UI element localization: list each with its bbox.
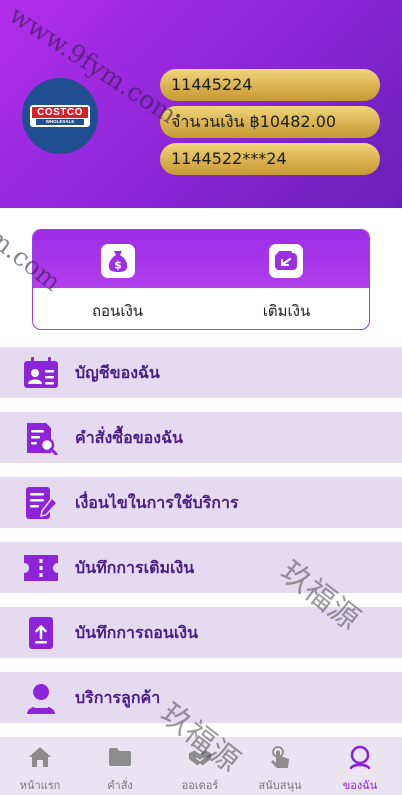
logo-plate: COSTCO WHOLESALE <box>30 105 90 127</box>
menu-label-deposit-history: บันทึกการเติมเงิน <box>75 558 195 577</box>
withdraw-button[interactable]: $ ถอนเงิน <box>33 230 202 329</box>
profile-icon <box>348 745 372 769</box>
nav-home[interactable]: หน้าแรก <box>0 737 80 795</box>
menu-item-customer-service[interactable]: บริการลูกค้า <box>0 672 402 723</box>
nav-support[interactable]: สนับสนุน <box>240 737 320 795</box>
menu-label-my-orders: คำสั่งซื้อของฉัน <box>75 428 183 447</box>
upload-box-icon <box>22 616 60 650</box>
profile-page: COSTCO WHOLESALE 11445224 จำนวนเงิน ฿104… <box>0 0 402 795</box>
deposit-label: เติมเงิน <box>262 302 311 320</box>
folder-icon <box>108 745 132 769</box>
nav-order-grab-label: ออเดอร์ <box>181 779 219 792</box>
menu-item-my-orders[interactable]: คำสั่งซื้อของฉัน <box>0 412 402 463</box>
menu-label-withdraw-history: บันทึกการถอนเงิน <box>75 623 199 642</box>
nav-orders-label: คำสั่ง <box>107 779 133 792</box>
customer-service-icon <box>22 681 60 715</box>
deposit-button[interactable]: เติมเงิน <box>202 230 369 329</box>
order-search-icon <box>22 421 60 455</box>
costco-logo: COSTCO WHOLESALE <box>22 78 98 154</box>
nav-profile-label: ของฉัน <box>342 779 378 792</box>
logo-sub-text: WHOLESALE <box>36 119 84 125</box>
ticket-icon <box>22 551 60 585</box>
nav-support-label: สนับสนุน <box>258 779 302 792</box>
balance-field: จำนวนเงิน ฿10482.00 <box>160 106 380 138</box>
bottom-nav: หน้าแรก คำสั่ง ออเดอร์ สนับสนุน ของฉัน <box>0 737 402 795</box>
withdraw-label: ถอนเงิน <box>91 302 144 320</box>
nav-order-grab[interactable]: ออเดอร์ <box>160 737 240 795</box>
account-id-field: 11445224 <box>160 69 380 101</box>
nav-profile[interactable]: ของฉัน <box>320 737 400 795</box>
money-bag-icon: $ <box>101 244 135 278</box>
masked-card-field: 1144522***24 <box>160 143 380 175</box>
nav-home-label: หน้าแรก <box>19 779 61 792</box>
menu-item-withdraw-history[interactable]: บันทึกการถอนเงิน <box>0 607 402 658</box>
menu-item-my-account[interactable]: บัญชีของฉัน <box>0 347 402 398</box>
id-card-icon <box>22 356 60 390</box>
logo-brand-text: COSTCO <box>32 107 88 118</box>
menu-label-my-account: บัญชีของฉัน <box>75 363 160 382</box>
wallet-icon <box>269 244 303 278</box>
nav-orders[interactable]: คำสั่ง <box>80 737 160 795</box>
document-edit-icon <box>22 486 60 520</box>
svg-text:$: $ <box>114 259 122 272</box>
home-icon <box>28 745 52 769</box>
tap-icon <box>268 745 292 769</box>
profile-header: COSTCO WHOLESALE 11445224 จำนวนเงิน ฿104… <box>0 0 402 208</box>
menu-label-customer-service: บริการลูกค้า <box>75 688 161 707</box>
wallet-actions-card: $ ถอนเงิน เติมเงิน <box>32 229 370 330</box>
handshake-icon <box>188 745 212 769</box>
menu-item-deposit-history[interactable]: บันทึกการเติมเงิน <box>0 542 402 593</box>
menu-item-terms[interactable]: เงื่อนไขในการใช้บริการ <box>0 477 402 528</box>
menu-label-terms: เงื่อนไขในการใช้บริการ <box>75 493 239 512</box>
